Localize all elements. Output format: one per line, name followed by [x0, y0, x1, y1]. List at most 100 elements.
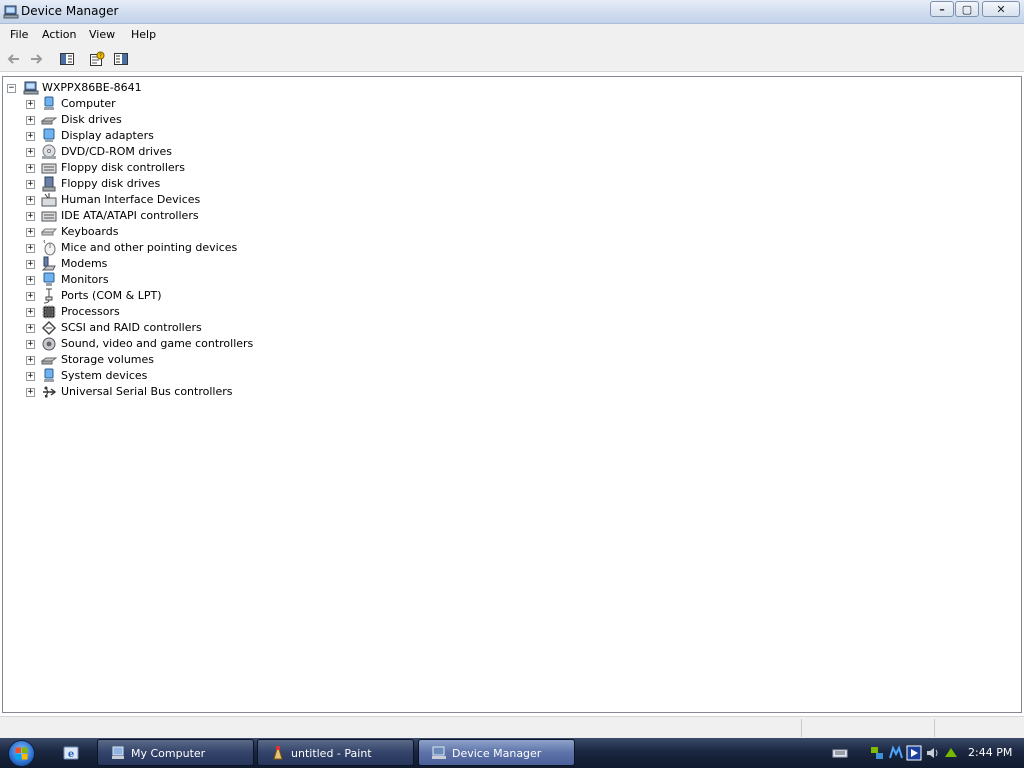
- help-icon[interactable]: [113, 51, 129, 67]
- expand-toggle[interactable]: +: [26, 308, 35, 317]
- tree-root[interactable]: − WXPPX86BE-8641: [3, 80, 203, 96]
- maximize-button[interactable]: ▢: [955, 1, 979, 17]
- tree-item[interactable]: + Display adapters: [3, 128, 263, 144]
- svg-text:?: ?: [99, 54, 102, 60]
- title-bar[interactable]: Device Manager – ▢ ✕: [0, 0, 1024, 24]
- expand-toggle[interactable]: +: [26, 388, 35, 397]
- maximize-icon: ▢: [961, 2, 973, 16]
- forward-icon[interactable]: [28, 51, 44, 67]
- expand-toggle[interactable]: +: [26, 228, 35, 237]
- tree-item-label: Disk drives: [61, 113, 122, 126]
- back-icon[interactable]: [6, 51, 22, 67]
- tree-item[interactable]: + Keyboards: [3, 224, 263, 240]
- tree-item[interactable]: + Storage volumes: [3, 352, 263, 368]
- properties-icon[interactable]: ?: [89, 51, 105, 67]
- floppy-drive-icon: [42, 176, 56, 192]
- expand-toggle[interactable]: +: [26, 148, 35, 157]
- tree-item[interactable]: + DVD/CD-ROM drives: [3, 144, 263, 160]
- taskbar-button-label: My Computer: [131, 747, 206, 760]
- tree-item[interactable]: + Sound, video and game controllers: [3, 336, 263, 352]
- network-icon[interactable]: [869, 745, 885, 761]
- tree-item-label: Floppy disk controllers: [61, 161, 185, 174]
- tree-item-label: Universal Serial Bus controllers: [61, 385, 233, 398]
- menu-file[interactable]: File: [10, 28, 28, 41]
- expand-toggle[interactable]: +: [26, 244, 35, 253]
- scsi-icon: [41, 320, 57, 336]
- tree-item[interactable]: + Floppy disk drives: [3, 176, 263, 192]
- expand-toggle[interactable]: +: [26, 340, 35, 349]
- expand-toggle[interactable]: +: [26, 276, 35, 285]
- start-button[interactable]: [8, 740, 35, 767]
- device-manager-icon: [432, 746, 446, 759]
- audio-icon[interactable]: [924, 745, 940, 761]
- tree-item[interactable]: + Modems: [3, 256, 263, 272]
- tree-item[interactable]: + Processors: [3, 304, 263, 320]
- svg-text:e: e: [68, 749, 74, 760]
- graphics-driver-icon[interactable]: [943, 745, 959, 761]
- window-title: Device Manager: [21, 4, 119, 18]
- tree-item[interactable]: + Human Interface Devices: [3, 192, 263, 208]
- tree-item[interactable]: + Ports (COM & LPT): [3, 288, 263, 304]
- tree-item-label: Mice and other pointing devices: [61, 241, 238, 254]
- media-player-icon[interactable]: [906, 745, 922, 761]
- close-button[interactable]: ✕: [982, 1, 1020, 17]
- collapse-toggle[interactable]: −: [7, 84, 16, 93]
- sound-icon: [42, 337, 56, 351]
- display-adapter-icon: [43, 128, 55, 142]
- tree-item-label: Floppy disk drives: [61, 177, 161, 190]
- system-device-icon: [44, 368, 54, 382]
- dvd-drive-icon: [42, 144, 56, 159]
- device-tree[interactable]: − WXPPX86BE-8641 + Computer + Disk drives + D…: [2, 76, 1022, 713]
- expand-toggle[interactable]: +: [26, 324, 35, 333]
- tree-item[interactable]: + Disk drives: [3, 112, 263, 128]
- ide-controller-icon: [41, 211, 57, 222]
- processor-icon: [42, 305, 56, 319]
- expand-toggle[interactable]: +: [26, 292, 35, 301]
- menu-action[interactable]: Action: [42, 28, 76, 41]
- floppy-controller-icon: [41, 163, 57, 174]
- expand-toggle[interactable]: +: [26, 132, 35, 141]
- computer-icon: [23, 81, 39, 95]
- keyboard-layout-icon[interactable]: [832, 745, 848, 761]
- menu-help[interactable]: Help: [131, 28, 156, 41]
- expand-toggle[interactable]: +: [26, 196, 35, 205]
- tree-item[interactable]: + SCSI and RAID controllers: [3, 320, 263, 336]
- tree-item[interactable]: + Computer: [3, 96, 263, 112]
- tree-item[interactable]: + Monitors: [3, 272, 263, 288]
- keyboard-icon: [41, 228, 57, 236]
- windows-logo-icon: [15, 747, 28, 760]
- tree-item-label: Sound, video and game controllers: [61, 337, 254, 350]
- expand-toggle[interactable]: +: [26, 180, 35, 189]
- tree-item[interactable]: + Universal Serial Bus controllers: [3, 384, 263, 400]
- status-bar: [0, 716, 1024, 738]
- expand-toggle[interactable]: +: [26, 356, 35, 365]
- minimize-button[interactable]: –: [930, 1, 954, 17]
- menu-view[interactable]: View: [89, 28, 115, 41]
- expand-toggle[interactable]: +: [26, 164, 35, 173]
- internet-explorer-icon[interactable]: e: [63, 745, 79, 761]
- tree-item-label: Monitors: [61, 273, 109, 286]
- taskbar-button-label: untitled - Paint: [291, 747, 372, 760]
- expand-toggle[interactable]: +: [26, 212, 35, 221]
- expand-toggle[interactable]: +: [26, 116, 35, 125]
- close-icon: ✕: [996, 2, 1006, 16]
- taskbar-button-device-manager[interactable]: Device Manager: [418, 739, 575, 766]
- tree-item-label: Ports (COM & LPT): [61, 289, 162, 302]
- tree-item[interactable]: + IDE ATA/ATAPI controllers: [3, 208, 263, 224]
- tree-item-label: DVD/CD-ROM drives: [61, 145, 172, 158]
- menu-bar: File Action View Help: [0, 24, 1024, 46]
- tree-item-label: Display adapters: [61, 129, 154, 142]
- tree-item[interactable]: + System devices: [3, 368, 263, 384]
- taskbar-button-my-computer[interactable]: My Computer: [97, 739, 254, 766]
- status-separator: [934, 719, 935, 737]
- expand-toggle[interactable]: +: [26, 372, 35, 381]
- expand-toggle[interactable]: +: [26, 260, 35, 269]
- tree-item[interactable]: + Floppy disk controllers: [3, 160, 263, 176]
- tree-item[interactable]: + Mice and other pointing devices: [3, 240, 263, 256]
- show-hide-console-tree-icon[interactable]: [59, 51, 75, 67]
- expand-toggle[interactable]: +: [26, 100, 35, 109]
- taskbar-button-paint[interactable]: untitled - Paint: [257, 739, 414, 766]
- device-manager-icon: [3, 5, 19, 19]
- antivirus-icon[interactable]: [888, 745, 904, 761]
- tree-item-label: Modems: [61, 257, 108, 270]
